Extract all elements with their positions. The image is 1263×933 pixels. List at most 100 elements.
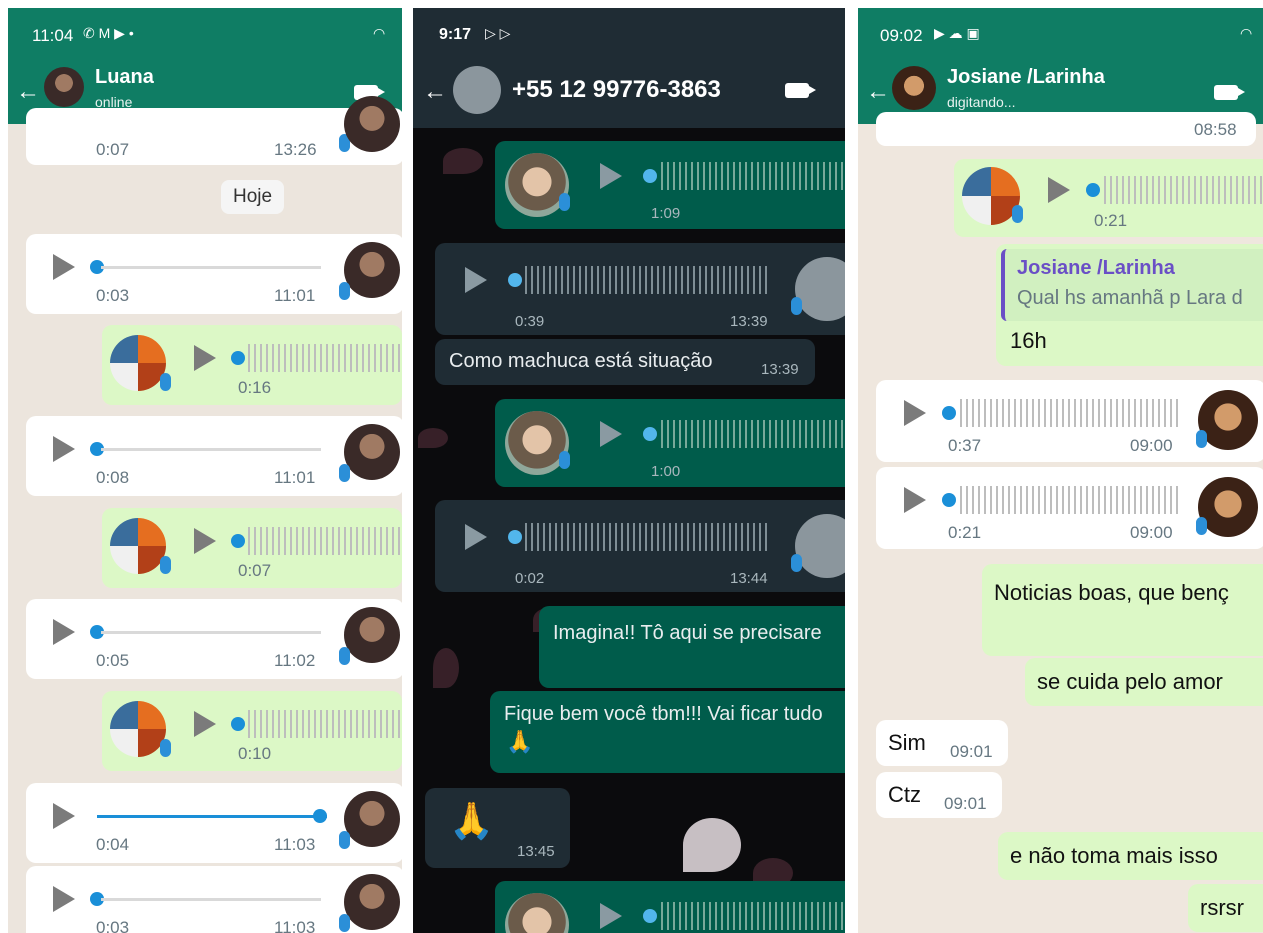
waveform[interactable] [661,902,845,930]
voice-message-in[interactable]: 0:07 13:26 [26,96,402,165]
voice-message-in[interactable]: 0:04 11:03 [26,783,402,863]
video-call-icon[interactable] [1214,85,1245,100]
seek-handle[interactable] [313,809,327,823]
play-icon[interactable] [53,436,75,462]
voice-message-in[interactable]: 0:39 13:39 [435,243,845,335]
play-icon[interactable] [465,267,487,293]
waveform[interactable] [248,344,402,372]
contact-name[interactable]: Luana [95,66,154,89]
seek-handle[interactable] [942,493,956,507]
back-arrow-icon[interactable]: ← [16,78,40,106]
text-message-out[interactable]: Noticias boas, que benç [982,564,1263,656]
waveform[interactable] [525,266,770,294]
text-message-out[interactable]: se cuida pelo amor [1025,658,1263,706]
play-icon[interactable] [53,254,75,280]
contact-name[interactable]: +55 12 99776-3863 [512,76,721,104]
sender-avatar [110,335,166,391]
voice-message-in[interactable]: 0:08 11:01 [26,416,402,496]
play-icon[interactable] [53,803,75,829]
voice-message-in[interactable]: 0:21 09:00 [876,467,1263,549]
sender-avatar [795,257,845,321]
voice-message-in[interactable]: 0:37 09:00 [876,380,1263,462]
text-message-in[interactable]: Ctz 09:01 [876,772,1002,818]
back-arrow-icon[interactable]: ← [423,78,447,106]
seek-handle[interactable] [942,406,956,420]
seek-track[interactable] [101,631,321,634]
seek-handle[interactable] [643,169,657,183]
sender-avatar [344,874,400,930]
back-arrow-icon[interactable]: ← [866,78,890,106]
seek-handle[interactable] [643,909,657,923]
play-icon[interactable] [465,524,487,550]
message-text: Imagina!! Tô aqui se precisare [553,622,822,644]
waveform[interactable] [248,527,402,555]
play-icon[interactable] [1048,177,1070,203]
play-icon[interactable] [194,711,216,737]
seek-handle[interactable] [231,534,245,548]
waveform[interactable] [248,710,402,738]
play-icon[interactable] [53,619,75,645]
play-icon[interactable] [600,421,622,447]
seek-track[interactable] [97,815,327,818]
voice-message-in[interactable]: 0:03 11:03 [26,866,402,933]
waveform[interactable] [661,420,845,448]
seek-handle[interactable] [508,530,522,544]
status-bar: 11:04 ✆ M ▶ • ◠ [8,8,402,58]
seek-handle[interactable] [231,351,245,365]
sender-avatar [110,518,166,574]
play-icon[interactable] [53,886,75,912]
quoted-message[interactable]: Josiane /Larinha Qual hs amanhã p Lara d [1001,249,1263,321]
seek-handle[interactable] [508,273,522,287]
voice-message-out[interactable]: 0:10 [102,691,402,771]
voice-message-out[interactable]: 0:07 [102,508,402,588]
voice-duration: 0:21 [948,523,982,542]
text-message-in[interactable]: Como machuca está situação 13:39 [435,339,815,385]
text-message-in[interactable]: 🙏 13:45 [425,788,570,868]
play-icon[interactable] [194,345,216,371]
sender-avatar [1198,390,1258,450]
message-text: se cuida pelo amor [1037,669,1223,694]
text-message-out[interactable]: Imagina!! Tô aqui se precisare [539,606,845,688]
waveform[interactable] [960,486,1180,514]
seek-handle[interactable] [231,717,245,731]
voice-message-out[interactable]: 1:00 [495,399,845,487]
contact-avatar[interactable] [44,67,84,107]
play-icon[interactable] [600,163,622,189]
play-icon[interactable] [904,487,926,513]
voice-duration: 0:08 [96,468,130,487]
message-in[interactable]: 08:58 [876,112,1256,146]
voice-message-in[interactable]: 0:05 11:02 [26,599,402,679]
voice-message-out[interactable] [495,881,845,933]
seek-handle[interactable] [643,427,657,441]
contact-avatar[interactable] [892,66,936,110]
contact-name[interactable]: Josiane /Larinha [947,66,1105,89]
message-time: 11:02 [274,651,316,670]
seek-track[interactable] [101,448,321,451]
sender-avatar [344,96,400,152]
reply-message-out[interactable]: Josiane /Larinha Qual hs amanhã p Lara d… [996,244,1263,366]
seek-track[interactable] [101,266,321,269]
text-message-out[interactable]: Fique bem você tbm!!! Vai ficar tudo 🙏 [490,691,845,773]
contact-avatar[interactable] [453,66,501,114]
text-message-in[interactable]: Sim 09:01 [876,720,1008,766]
message-time: 13:44 [730,570,768,587]
waveform[interactable] [525,523,770,551]
voice-message-in[interactable]: 0:02 13:44 [435,500,845,592]
sender-avatar [505,893,569,933]
play-icon[interactable] [904,400,926,426]
seek-track[interactable] [101,898,321,901]
waveform[interactable] [1104,176,1263,204]
voice-message-out[interactable]: 1:09 [495,141,845,229]
waveform[interactable] [661,162,845,190]
voice-message-out[interactable]: 0:21 [954,159,1263,237]
voice-duration: 0:37 [948,436,982,455]
play-icon[interactable] [194,528,216,554]
voice-message-out[interactable]: 0:16 [102,325,402,405]
text-message-out[interactable]: e não toma mais isso [998,832,1263,880]
waveform[interactable] [960,399,1180,427]
play-icon[interactable] [600,903,622,929]
text-message-out[interactable]: rsrsr [1188,884,1263,932]
seek-handle[interactable] [1086,183,1100,197]
video-call-icon[interactable] [785,83,816,98]
voice-message-in[interactable]: 0:03 11:01 [26,234,402,314]
